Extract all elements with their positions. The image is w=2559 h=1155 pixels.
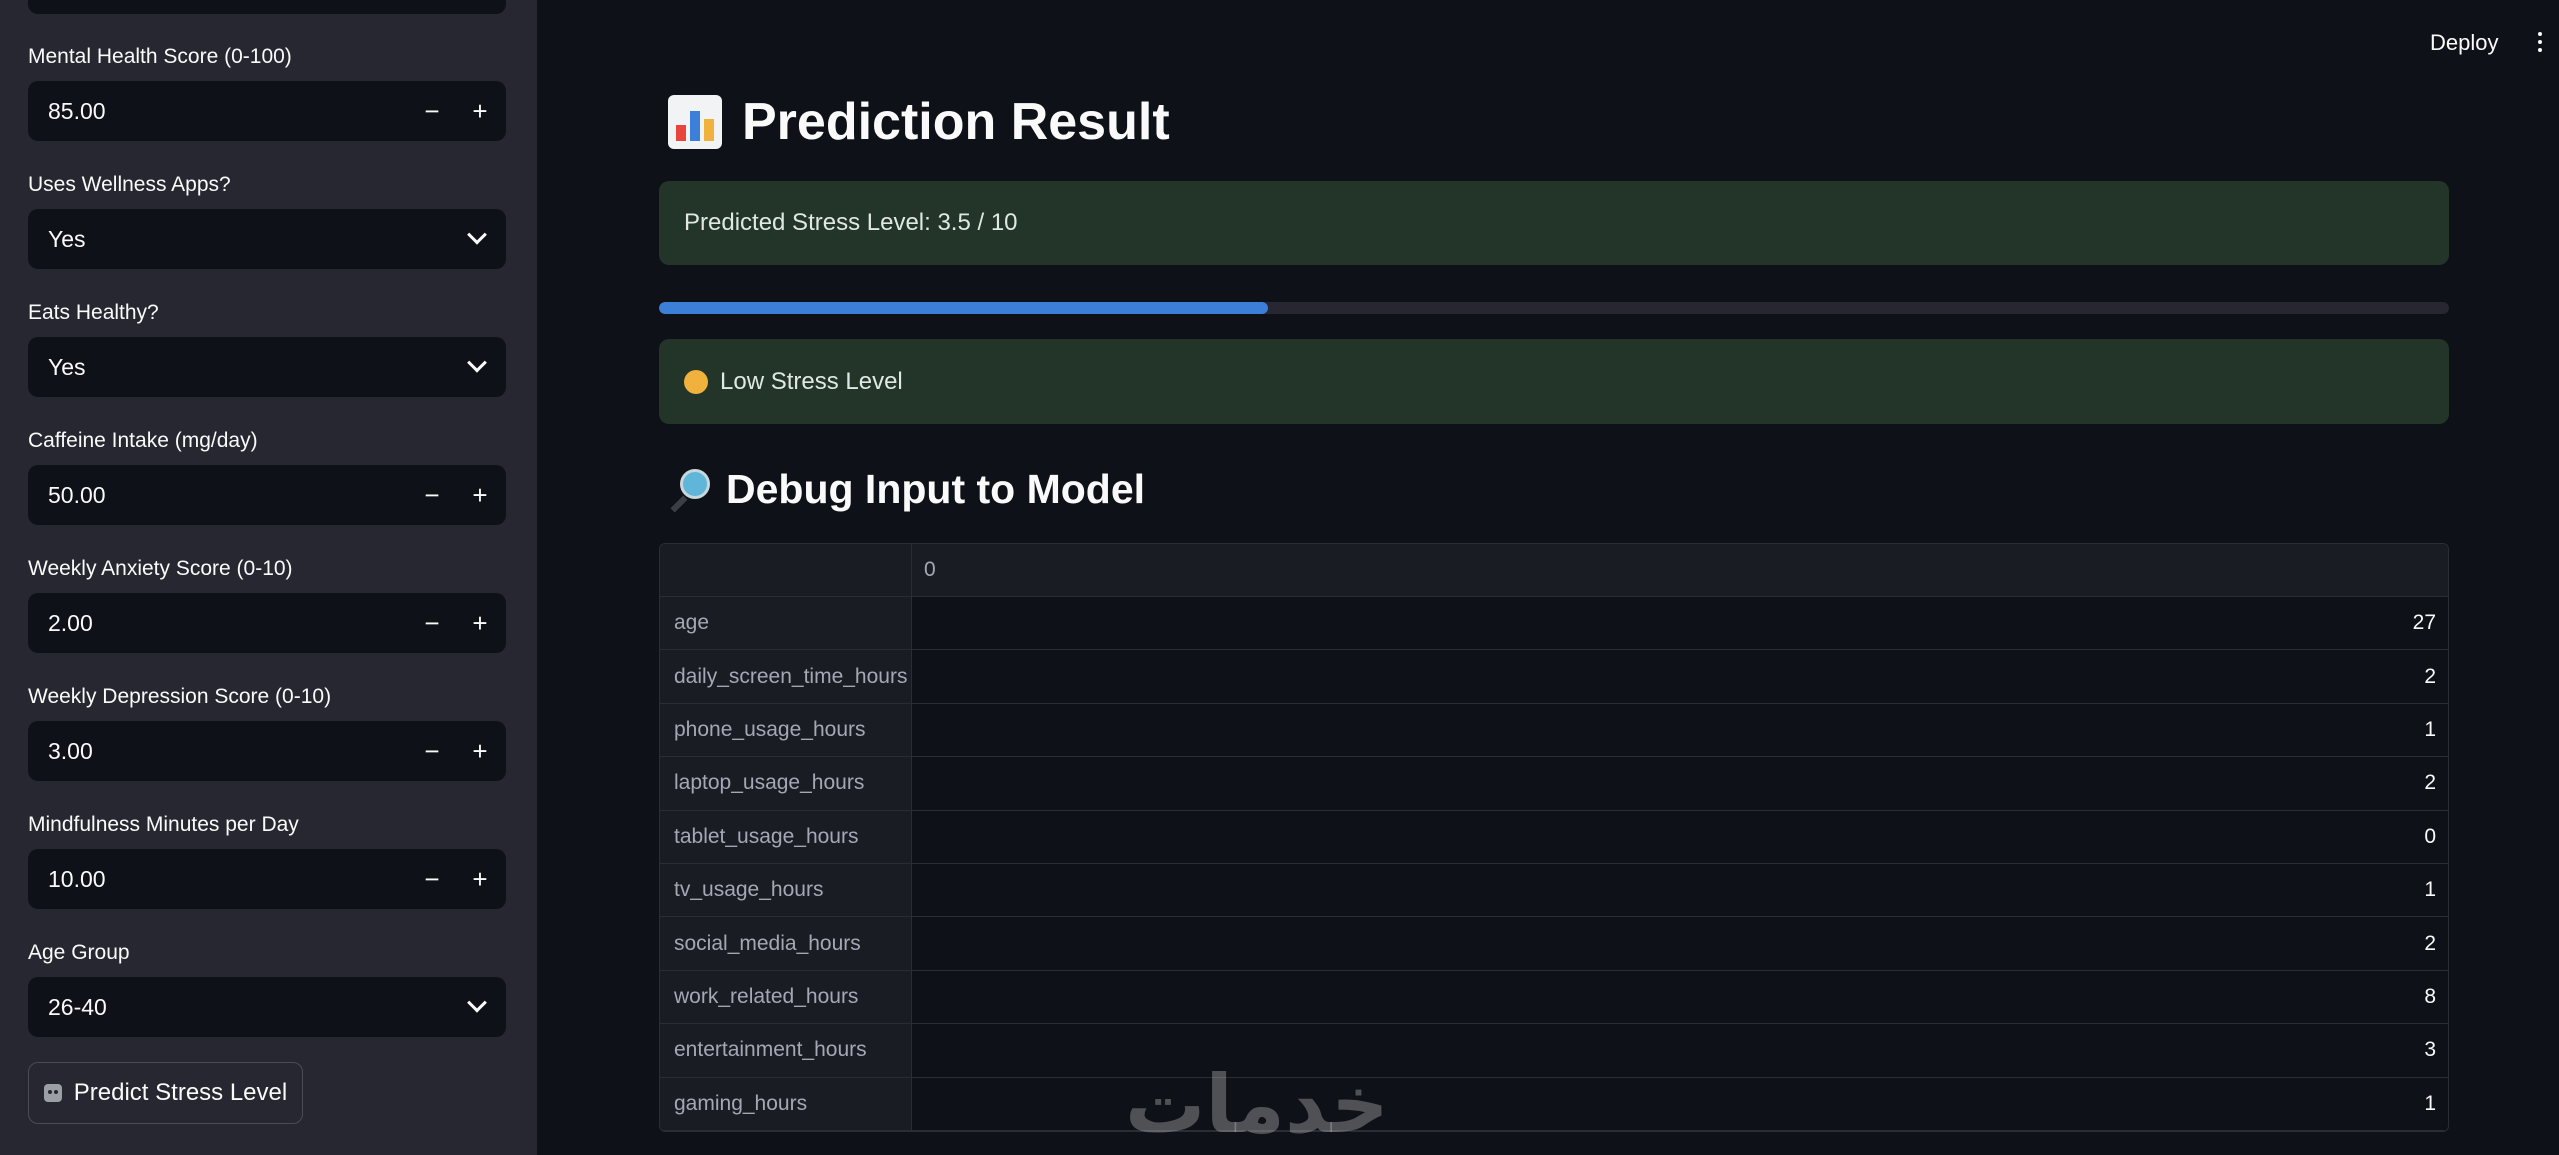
table-row[interactable]: daily_screen_time_hours 2: [660, 650, 2448, 704]
caffeine-intake-input[interactable]: 50.00 − +: [28, 465, 506, 525]
robot-icon: [43, 1084, 62, 1102]
row-value-cell[interactable]: 2: [912, 650, 2448, 702]
prediction-text: Predicted Stress Level: 3.5 / 10: [684, 209, 1018, 236]
sidebar: Mental Health Score (0-100) 85.00 − + Us…: [0, 0, 537, 1155]
decrement-button[interactable]: −: [408, 81, 456, 141]
increment-button[interactable]: +: [456, 849, 504, 909]
row-index-cell: tablet_usage_hours: [660, 810, 912, 863]
debug-title-text: Debug Input to Model: [726, 466, 1146, 512]
mindfulness-minutes-label: Mindfulness Minutes per Day: [28, 813, 299, 836]
uses-wellness-apps-value: Yes: [48, 225, 86, 252]
row-index-cell: gaming_hours: [660, 1077, 912, 1130]
table-row[interactable]: tv_usage_hours 1: [660, 863, 2448, 918]
eats-healthy-select[interactable]: Yes: [28, 337, 506, 397]
weekly-depression-score-input[interactable]: 3.00 − +: [28, 721, 506, 781]
mental-health-score-label: Mental Health Score (0-100): [28, 45, 292, 68]
watermark-logo: خدمات: [1125, 1058, 1389, 1151]
row-index-cell: laptop_usage_hours: [660, 757, 912, 810]
chevron-down-icon: [467, 992, 487, 1013]
stress-level-alert: Low Stress Level: [659, 339, 2449, 424]
weekly-anxiety-score-value[interactable]: 2.00: [28, 610, 408, 637]
predict-button-label: Predict Stress Level: [73, 1079, 288, 1106]
kebab-menu-icon[interactable]: [2532, 32, 2548, 56]
column-header-cell[interactable]: 0: [912, 544, 2448, 596]
row-index-cell: daily_screen_time_hours: [660, 650, 912, 703]
magnifying-glass-icon: [668, 468, 710, 512]
mental-health-score-value[interactable]: 85.00: [28, 98, 408, 125]
stress-level-text: Low Stress Level: [720, 367, 903, 395]
bar-chart-icon: [668, 95, 722, 149]
page-title: Prediction Result: [668, 92, 1170, 152]
chevron-down-icon: [467, 352, 487, 373]
mental-health-score-input[interactable]: 85.00 − +: [28, 81, 506, 141]
caffeine-intake-value[interactable]: 50.00: [28, 482, 408, 509]
age-group-value: 26-40: [48, 993, 107, 1020]
row-index-cell: work_related_hours: [660, 970, 912, 1024]
debug-dataframe[interactable]: 0 age 27 daily_screen_time_hours 2 phone_usa…: [659, 543, 2449, 1132]
row-index-cell: phone_usage_hours: [660, 703, 912, 757]
eats-healthy-label: Eats Healthy?: [28, 301, 159, 324]
age-group-select[interactable]: 26-40: [28, 977, 506, 1037]
increment-button[interactable]: +: [456, 465, 504, 525]
table-row[interactable]: phone_usage_hours 1: [660, 703, 2448, 758]
weekly-depression-score-label: Weekly Depression Score (0-10): [28, 685, 332, 708]
table-row[interactable]: tablet_usage_hours 0: [660, 810, 2448, 864]
decrement-button[interactable]: −: [408, 465, 456, 525]
decrement-button[interactable]: −: [408, 721, 456, 781]
decrement-button[interactable]: −: [408, 593, 456, 653]
decrement-button[interactable]: −: [408, 849, 456, 909]
row-index-cell: social_media_hours: [660, 917, 912, 970]
deploy-button[interactable]: Deploy: [2430, 30, 2498, 56]
table-row[interactable]: entertainment_hours 3: [660, 1024, 2448, 1078]
mindfulness-minutes-input[interactable]: 10.00 − +: [28, 849, 506, 909]
dataframe-header-row: 0: [660, 544, 2448, 597]
row-value-cell[interactable]: 1: [912, 864, 2448, 916]
prediction-success-alert: Predicted Stress Level: 3.5 / 10: [659, 181, 2449, 265]
row-index-cell: entertainment_hours: [660, 1024, 912, 1077]
uses-wellness-apps-label: Uses Wellness Apps?: [28, 173, 231, 196]
row-index-cell: age: [660, 597, 912, 650]
table-row[interactable]: work_related_hours 8: [660, 970, 2448, 1025]
table-row[interactable]: social_media_hours 2: [660, 917, 2448, 971]
row-value-cell[interactable]: 8: [912, 971, 2448, 1023]
row-value-cell[interactable]: 2: [912, 917, 2448, 969]
weekly-depression-score-value[interactable]: 3.00: [28, 738, 408, 765]
row-value-cell[interactable]: 2: [912, 757, 2448, 809]
uses-wellness-apps-select[interactable]: Yes: [28, 209, 506, 269]
progress-fill: [659, 302, 1268, 314]
page-title-text: Prediction Result: [742, 93, 1170, 151]
row-value-cell[interactable]: 27: [912, 597, 2448, 649]
mindfulness-minutes-value[interactable]: 10.00: [28, 866, 408, 893]
weekly-anxiety-score-input[interactable]: 2.00 − +: [28, 593, 506, 653]
table-row[interactable]: age 27: [660, 597, 2448, 651]
chevron-down-icon: [467, 224, 487, 245]
predict-stress-level-button[interactable]: Predict Stress Level: [28, 1062, 303, 1124]
weekly-anxiety-score-label: Weekly Anxiety Score (0-10): [28, 557, 293, 580]
increment-button[interactable]: +: [456, 81, 504, 141]
smiling-face-icon: [684, 369, 708, 394]
increment-button[interactable]: +: [456, 721, 504, 781]
table-row[interactable]: laptop_usage_hours 2: [660, 757, 2448, 811]
row-value-cell[interactable]: 1: [912, 704, 2448, 756]
age-group-label: Age Group: [28, 941, 130, 964]
previous-input-field[interactable]: [28, 0, 506, 14]
table-row[interactable]: gaming_hours 1: [660, 1077, 2448, 1131]
eats-healthy-value: Yes: [48, 353, 86, 380]
increment-button[interactable]: +: [456, 593, 504, 653]
debug-section-title: Debug Input to Model: [668, 466, 1145, 513]
caffeine-intake-label: Caffeine Intake (mg/day): [28, 429, 258, 452]
row-index-cell: tv_usage_hours: [660, 863, 912, 917]
index-header-cell: [660, 544, 912, 596]
stress-progress-bar: [659, 302, 2449, 314]
row-value-cell[interactable]: 0: [912, 811, 2448, 863]
